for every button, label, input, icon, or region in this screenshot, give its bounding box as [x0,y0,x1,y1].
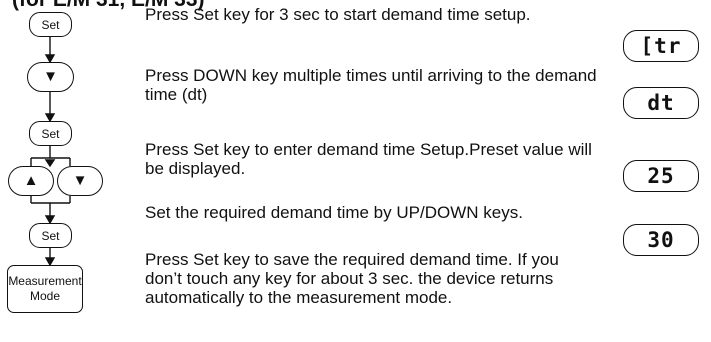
connector-arrowhead [44,215,56,225]
up-key[interactable]: ▲ [8,166,54,196]
down-key[interactable]: ▼ [27,62,74,92]
display-25: 25 [623,160,699,192]
connector-arrowhead [44,113,56,123]
connector-arrowhead [44,257,56,267]
display-ctr: [tr [623,30,699,62]
mode-label-line1: Measurement [8,274,82,288]
display-dt: dt [623,87,699,119]
step-text: Press Set key to enter demand time Setup… [145,140,592,178]
step-text: Press Set key to save the required deman… [145,250,559,307]
connector-arrowhead [44,54,56,64]
measurement-mode-box: Measurement Mode [7,265,83,313]
step-text: Press Set key for 3 sec to start demand … [145,5,531,24]
set-key[interactable]: Set [29,121,72,146]
connector-arrowhead [44,159,56,168]
demand-time-setup-flow: (for E/M 31, E/M 33) Set ▼ Set ▲ ▼ Set M… [0,0,711,342]
set-key[interactable]: Set [29,223,72,248]
down-key[interactable]: ▼ [57,166,103,196]
set-key[interactable]: Set [29,12,72,37]
mode-label-line2: Mode [29,289,61,303]
step-text: Press DOWN key multiple times until arri… [145,66,597,104]
display-30: 30 [623,224,699,256]
step-text: Set the required demand time by UP/DOWN … [145,203,523,222]
